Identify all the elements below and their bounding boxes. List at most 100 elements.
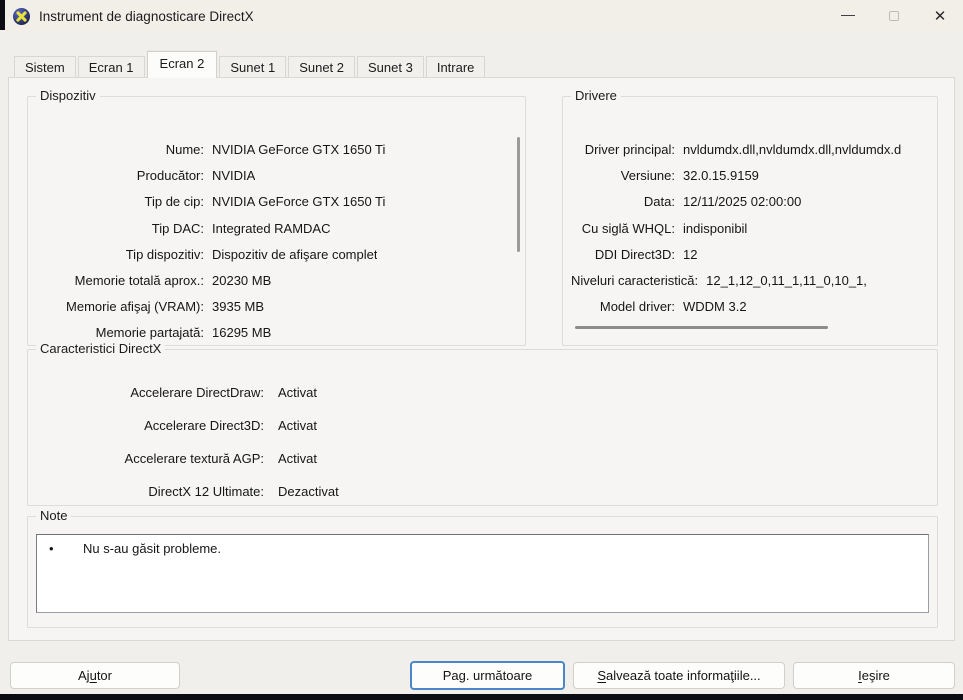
field-value: NVIDIA GeForce GTX 1650 Ti	[212, 142, 386, 157]
field-value: Dispozitiv de afişare complet	[212, 246, 378, 262]
driver-row: Cu siglă WHQL: indisponibil	[571, 216, 929, 242]
button-mnemonic: u	[89, 668, 97, 683]
device-group: Dispozitiv Nume: NVIDIA GeForce GTX 1650 …	[27, 88, 526, 347]
driver-row: DDI Direct3D: 12	[571, 242, 929, 268]
field-label: Cu siglă WHQL:	[581, 220, 675, 236]
button-mnemonic: S	[597, 668, 607, 683]
save-all-information-button[interactable]: Salvează toate informaţiile...	[573, 662, 785, 689]
directx-features-group: Caracteristici DirectX Accelerare Direct…	[27, 341, 938, 508]
dxdiag-window: Instrument de diagnosticare DirectX — ✕ …	[0, 0, 963, 694]
field-label: Accelerare Direct3D:	[144, 418, 264, 433]
feature-row: DirectX 12 Ultimate: Dezactivat	[36, 475, 929, 508]
button-label: Pag. următoare	[442, 668, 533, 683]
feature-row: Accelerare textură AGP: Activat	[36, 442, 929, 475]
features-rows: Accelerare DirectDraw: Activat Accelerare…	[36, 376, 929, 508]
notes-textbox[interactable]: • Nu s-au găsit probleme.	[36, 534, 929, 613]
screen-edge	[0, 694, 963, 700]
device-row: Producător: NVIDIA	[36, 163, 517, 189]
tab-intrare[interactable]: Intrare	[425, 56, 486, 78]
tab-ecran-2[interactable]: Ecran 2	[146, 51, 218, 78]
device-group-title: Dispozitiv	[36, 88, 100, 103]
device-row: Tip de cip: NVIDIA GeForce GTX 1650 Ti	[36, 189, 517, 215]
window-title: Instrument de diagnosticare DirectX	[39, 8, 254, 24]
field-label: Tip de cip:	[144, 194, 205, 210]
field-value: 3935 MB	[212, 299, 265, 315]
field-value: WDDM 3.2	[683, 299, 747, 315]
tab-strip: Sistem Ecran 1 Ecran 2 Sunet 1 Sunet 2 S…	[14, 51, 487, 78]
minimize-button[interactable]: —	[825, 0, 871, 32]
field-label: DDI Direct3D:	[594, 246, 675, 262]
button-label: alvează toate informaţiile...	[606, 668, 761, 683]
field-value: Integrated RAMDAC	[212, 220, 331, 236]
field-value: 12_1,12_0,11_1,11_0,10_1,	[706, 273, 867, 289]
features-group-title: Caracteristici DirectX	[36, 341, 166, 356]
driver-row: Model driver: WDDM 3.2	[571, 294, 929, 320]
field-label: Accelerare textură AGP:	[124, 451, 264, 466]
drivers-horizontal-scrollbar[interactable]	[575, 326, 828, 329]
tab-sunet-1[interactable]: Sunet 1	[219, 56, 287, 78]
minimize-icon: —	[841, 6, 855, 22]
field-label: Driver principal:	[584, 142, 675, 157]
note-bullet: •	[49, 541, 54, 556]
field-label: Accelerare DirectDraw:	[130, 385, 264, 400]
button-label: tor	[96, 668, 112, 683]
field-value: 12	[683, 246, 698, 262]
field-value: 20230 MB	[212, 273, 272, 289]
device-row: Memorie afişaj (VRAM): 3935 MB	[36, 294, 517, 320]
field-value: Activat	[278, 451, 318, 466]
device-row: Tip DAC: Integrated RAMDAC	[36, 216, 517, 242]
close-button[interactable]: ✕	[917, 0, 963, 32]
field-value: Activat	[278, 385, 318, 400]
field-value: 16295 MB	[212, 325, 272, 341]
field-value: nvldumdx.dll,nvldumdx.dll,nvldumdx.d	[683, 142, 902, 157]
exit-button[interactable]: Ieşire	[793, 662, 955, 689]
driver-row: Niveluri caracteristică: 12_1,12_0,11_1,1…	[571, 268, 929, 294]
tab-sistem[interactable]: Sistem	[14, 56, 76, 78]
button-label: eşire	[861, 668, 890, 683]
caption-buttons: — ✕	[825, 0, 963, 32]
feature-row: Accelerare DirectDraw: Activat	[36, 376, 929, 409]
dxdiag-app-icon	[13, 7, 30, 25]
next-page-button[interactable]: Pag. următoare	[410, 661, 565, 690]
driver-row: Versiune: 32.0.15.9159	[571, 163, 929, 189]
field-label: Nume:	[165, 142, 204, 157]
device-row: Memorie totală aprox.: 20230 MB	[36, 268, 517, 294]
note-item: • Nu s-au găsit probleme.	[37, 535, 928, 556]
field-label: Niveluri caracteristică:	[571, 273, 699, 289]
field-label: Versiune:	[620, 168, 675, 184]
note-text: Nu s-au găsit probleme.	[83, 541, 222, 556]
help-button[interactable]: Ajutor	[10, 662, 180, 689]
feature-row: Accelerare Direct3D: Activat	[36, 409, 929, 442]
device-row: Nume: NVIDIA GeForce GTX 1650 Ti	[36, 137, 517, 163]
field-value: Dezactivat	[278, 484, 339, 499]
tab-ecran-1[interactable]: Ecran 1	[77, 56, 145, 78]
device-vertical-scrollbar[interactable]	[517, 137, 520, 252]
maximize-icon	[889, 11, 899, 21]
notes-group: Note • Nu s-au găsit probleme.	[27, 508, 938, 628]
title-bar: Instrument de diagnosticare DirectX — ✕	[0, 0, 963, 32]
field-label: Producător:	[136, 168, 204, 184]
device-rows: Nume: NVIDIA GeForce GTX 1650 Ti Producăt…	[36, 137, 517, 347]
drivers-group-title: Drivere	[571, 88, 621, 103]
field-label: DirectX 12 Ultimate:	[148, 484, 264, 499]
field-label: Data:	[643, 194, 675, 210]
tab-page-ecran-2: Dispozitiv Nume: NVIDIA GeForce GTX 1650 …	[8, 77, 955, 641]
drivers-group: Drivere Driver principal: nvldumdx.dll,nv…	[562, 88, 938, 346]
driver-row: Driver principal: nvldumdx.dll,nvldumdx.d…	[571, 137, 929, 163]
field-label: Model driver:	[599, 299, 675, 315]
field-label: Memorie afişaj (VRAM):	[66, 299, 204, 315]
tab-sunet-3[interactable]: Sunet 3	[357, 56, 424, 78]
field-value: NVIDIA GeForce GTX 1650 Ti	[212, 194, 386, 210]
field-label: Tip DAC:	[151, 220, 204, 236]
field-value: NVIDIA	[212, 168, 256, 184]
maximize-button[interactable]	[871, 0, 917, 32]
button-label: Aj	[78, 668, 90, 683]
field-label: Memorie totală aprox.:	[74, 273, 204, 289]
field-value: indisponibil	[683, 220, 748, 236]
screen-edge	[0, 0, 5, 30]
tab-sunet-2[interactable]: Sunet 2	[288, 56, 356, 78]
driver-row: Data: 12/11/2025 02:00:00	[571, 189, 929, 215]
field-value: 12/11/2025 02:00:00	[683, 194, 802, 210]
field-value: 32.0.15.9159	[683, 168, 759, 184]
field-label: Tip dispozitiv:	[125, 246, 204, 262]
